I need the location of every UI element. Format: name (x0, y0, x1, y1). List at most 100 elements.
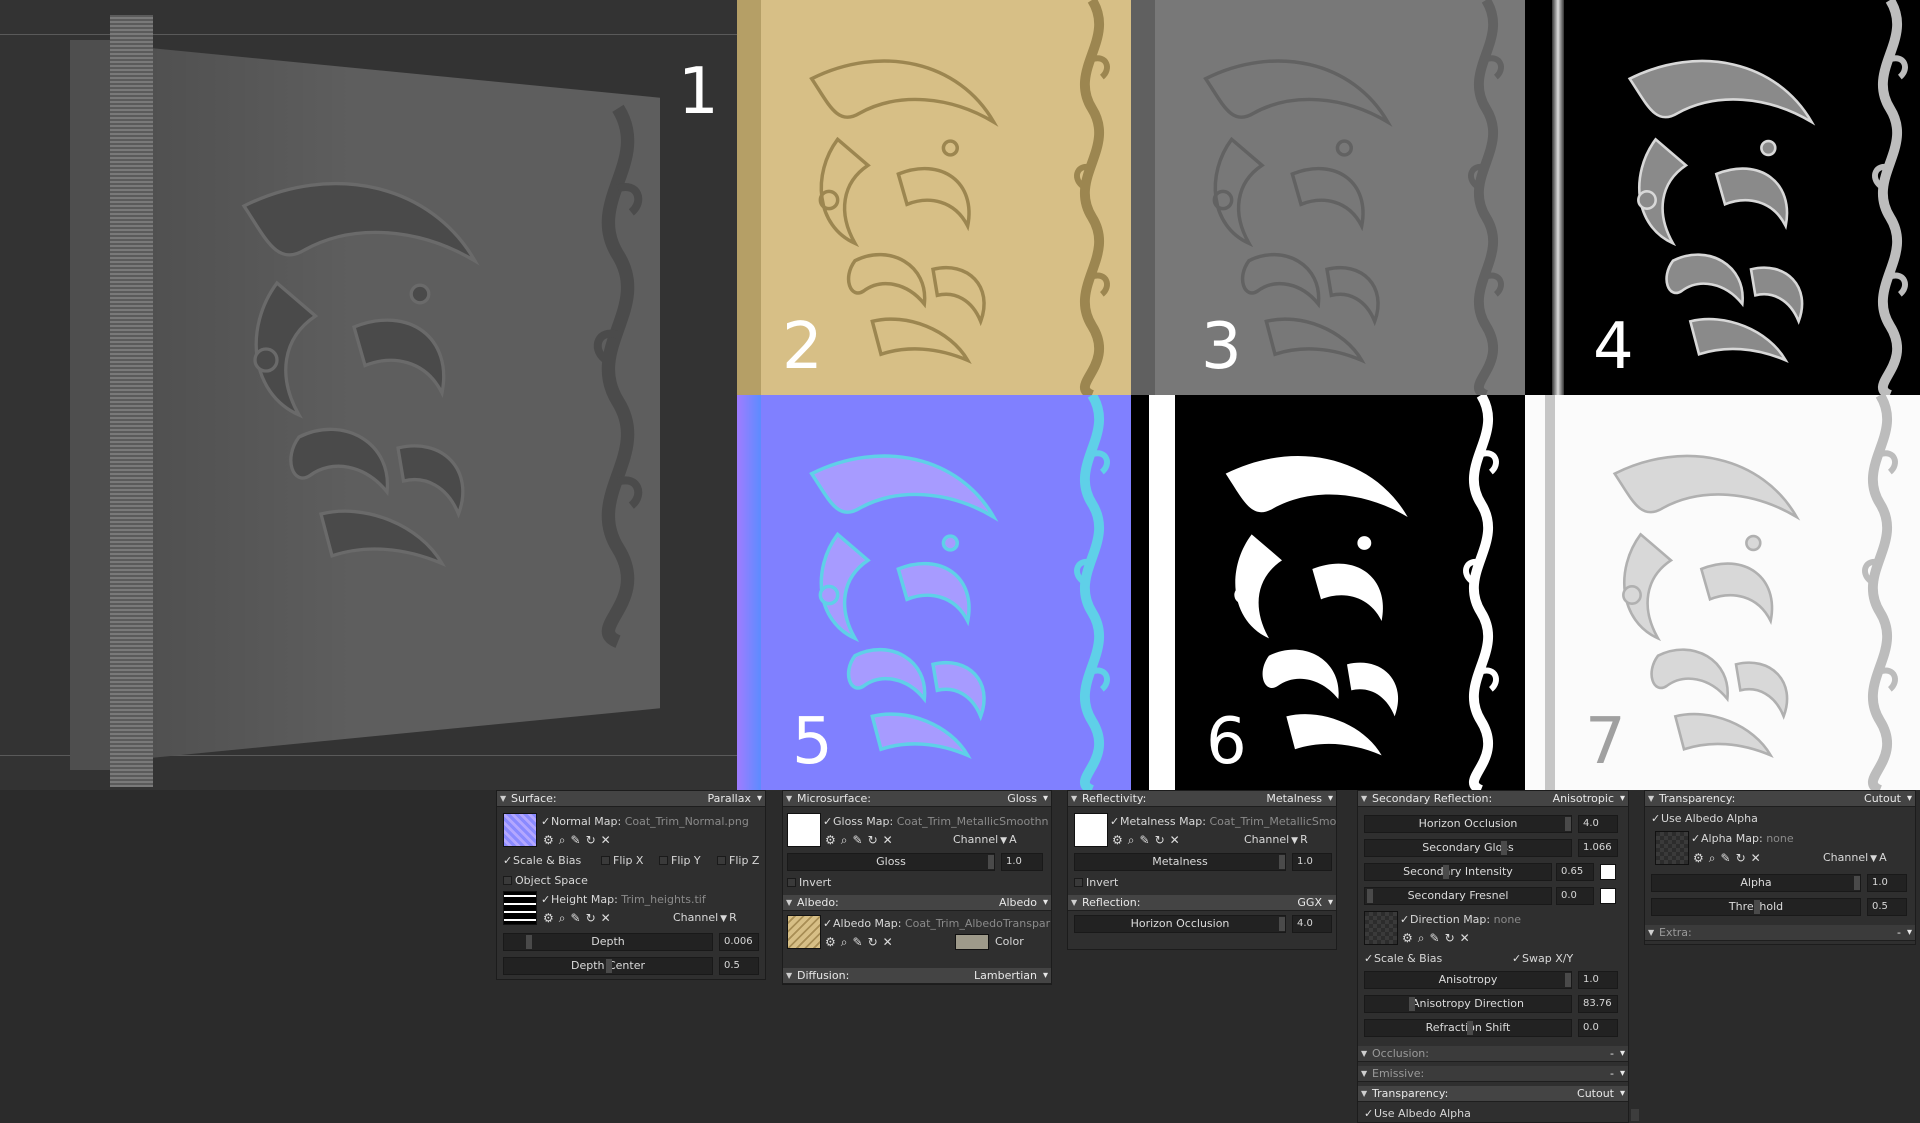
edit-icon[interactable]: ✎ (853, 935, 868, 949)
reload-icon[interactable]: ↻ (1155, 833, 1170, 847)
normal-map-thumbnail[interactable] (503, 813, 537, 847)
close-icon[interactable]: ✕ (1751, 851, 1766, 865)
reload-icon[interactable]: ↻ (868, 833, 883, 847)
secondary-horizon-slider[interactable]: Horizon Occlusion (1364, 815, 1572, 833)
secondary-intensity-slider[interactable]: Secondary Intensity (1364, 863, 1552, 881)
alpha-input[interactable]: 1.0 (1867, 874, 1907, 892)
gloss-input[interactable]: 1.0 (1001, 853, 1043, 871)
settings-icon[interactable]: ⚙ (1402, 931, 1418, 945)
settings-icon[interactable]: ⚙ (825, 833, 841, 847)
use-albedo-alpha-checkbox[interactable]: ✓Use Albedo Alpha (1651, 809, 1758, 829)
diffusion-mode-dropdown[interactable]: Lambertian (974, 968, 1048, 984)
secondary-intensity-color[interactable] (1600, 864, 1616, 880)
secondary-scale-bias-checkbox[interactable]: ✓ (1364, 949, 1374, 969)
height-channel-select[interactable]: Channel ▼ R (673, 911, 737, 924)
depth-slider[interactable]: Depth (503, 933, 713, 951)
metalness-input[interactable]: 1.0 (1292, 853, 1332, 871)
refraction-shift-slider[interactable]: Refraction Shift (1364, 1019, 1572, 1037)
normal-map-tools[interactable]: ⚙⌕✎↻✕ (543, 833, 616, 847)
reflection-horizon-slider[interactable]: Horizon Occlusion (1074, 915, 1286, 933)
transparency-header[interactable]: Transparency: Cutout (1645, 791, 1915, 807)
metalness-channel-select[interactable]: Channel ▼ R (1244, 833, 1308, 846)
albedo-mode-dropdown[interactable]: Albedo (999, 895, 1048, 911)
reflection-mode-dropdown[interactable]: GGX (1297, 895, 1332, 911)
direction-map-tools[interactable]: ⚙⌕✎↻✕ (1402, 931, 1475, 945)
secondary-mode-dropdown[interactable]: Anisotropic (1553, 791, 1626, 807)
flip-z-checkbox[interactable]: Flip Z (717, 851, 759, 871)
secondary-gloss-slider[interactable]: Secondary Gloss (1364, 839, 1572, 857)
reflectivity-header[interactable]: Reflectivity: Metalness (1068, 791, 1336, 807)
extra-mode-dropdown[interactable]: - (1897, 925, 1912, 941)
gloss-invert-checkbox[interactable]: Invert (787, 873, 831, 893)
albedo-map-tools[interactable]: ⚙⌕✎↻✕ (825, 935, 898, 949)
gloss-map-tools[interactable]: ⚙⌕✎↻✕ (825, 833, 898, 847)
settings-icon[interactable]: ⚙ (543, 833, 559, 847)
close-icon[interactable]: ✕ (1460, 931, 1475, 945)
search-icon[interactable]: ⌕ (841, 833, 853, 847)
settings-icon[interactable]: ⚙ (543, 911, 559, 925)
threshold-input[interactable]: 0.5 (1867, 898, 1907, 916)
occlusion-mode-dropdown[interactable]: - (1610, 1046, 1625, 1062)
render-viewport[interactable]: 1 (0, 0, 737, 790)
secondary-intensity-input[interactable]: 0.65 (1556, 863, 1594, 881)
gloss-map-file[interactable]: Coat_Trim_MetallicSmoothn (897, 815, 1049, 828)
microsurface-header[interactable]: Microsurface: Gloss (783, 791, 1051, 807)
surface-header[interactable]: Surface: Parallax (497, 791, 765, 807)
albedo-map-checkbox[interactable]: ✓ (823, 914, 833, 934)
object-space-checkbox[interactable]: Object Space (503, 871, 588, 891)
secondary-transparency-mode[interactable]: Cutout (1577, 1086, 1625, 1102)
emissive-header[interactable]: Emissive: - (1358, 1066, 1628, 1082)
alpha-map-file[interactable]: none (1766, 832, 1793, 845)
threshold-slider[interactable]: Threshold (1651, 898, 1861, 916)
close-icon[interactable]: ✕ (1170, 833, 1185, 847)
edit-icon[interactable]: ✎ (853, 833, 868, 847)
height-map-file[interactable]: Trim_heights.tif (621, 893, 705, 906)
alpha-map-thumbnail[interactable] (1655, 831, 1689, 865)
height-map-checkbox[interactable]: ✓ (541, 890, 551, 910)
flip-x-checkbox[interactable]: Flip X (601, 851, 643, 871)
reload-icon[interactable]: ↻ (868, 935, 883, 949)
search-icon[interactable]: ⌕ (1709, 851, 1721, 865)
direction-map-checkbox[interactable]: ✓ (1400, 910, 1410, 930)
edit-icon[interactable]: ✎ (571, 911, 586, 925)
albedo-header[interactable]: Albedo: Albedo (783, 895, 1051, 911)
scale-bias-checkbox[interactable]: ✓ (503, 851, 513, 871)
search-icon[interactable]: ⌕ (841, 935, 853, 949)
alpha-map-tools[interactable]: ⚙⌕✎↻✕ (1693, 851, 1766, 865)
direction-map-file[interactable]: none (1494, 913, 1521, 926)
secondary-fresnel-input[interactable]: 0.0 (1556, 887, 1594, 905)
secondary-reflection-header[interactable]: Secondary Reflection: Anisotropic (1358, 791, 1628, 807)
metalness-slider[interactable]: Metalness (1074, 853, 1286, 871)
normal-map-file[interactable]: Coat_Trim_Normal.png (625, 815, 749, 828)
normal-map-checkbox[interactable]: ✓ (541, 812, 551, 832)
metalness-map-file[interactable]: Coat_Trim_MetallicSmoo (1210, 815, 1337, 828)
settings-icon[interactable]: ⚙ (1112, 833, 1128, 847)
direction-map-thumbnail[interactable] (1364, 911, 1398, 945)
secondary-fresnel-slider[interactable]: Secondary Fresnel (1364, 887, 1552, 905)
settings-icon[interactable]: ⚙ (1693, 851, 1709, 865)
close-icon[interactable]: ✕ (883, 833, 898, 847)
settings-icon[interactable]: ⚙ (825, 935, 841, 949)
close-icon[interactable]: ✕ (883, 935, 898, 949)
height-map-tools[interactable]: ⚙⌕✎↻✕ (543, 911, 616, 925)
metalness-invert-checkbox[interactable]: Invert (1074, 873, 1118, 893)
secondary-transparency-header[interactable]: Transparency: Cutout (1358, 1086, 1628, 1102)
close-icon[interactable]: ✕ (601, 911, 616, 925)
refraction-shift-input[interactable]: 0.0 (1578, 1019, 1618, 1037)
secondary-gloss-input[interactable]: 1.066 (1578, 839, 1618, 857)
albedo-color-swatch[interactable] (955, 934, 989, 950)
reload-icon[interactable]: ↻ (586, 833, 601, 847)
alpha-map-checkbox[interactable]: ✓ (1691, 829, 1701, 849)
emissive-mode-dropdown[interactable]: - (1610, 1066, 1625, 1082)
diffusion-header[interactable]: Diffusion: Lambertian (783, 968, 1051, 984)
anisotropy-input[interactable]: 1.0 (1578, 971, 1618, 989)
depth-center-slider[interactable]: Depth Center (503, 957, 713, 975)
reload-icon[interactable]: ↻ (1445, 931, 1460, 945)
metalness-map-checkbox[interactable]: ✓ (1110, 812, 1120, 832)
flip-y-checkbox[interactable]: Flip Y (659, 851, 701, 871)
transparency-mode-dropdown[interactable]: Cutout (1864, 791, 1912, 807)
surface-mode-dropdown[interactable]: Parallax (707, 791, 761, 807)
edit-icon[interactable]: ✎ (1721, 851, 1736, 865)
albedo-map-file[interactable]: Coat_Trim_AlbedoTranspar (905, 917, 1050, 930)
secondary-scrollbar[interactable] (1631, 1109, 1639, 1121)
